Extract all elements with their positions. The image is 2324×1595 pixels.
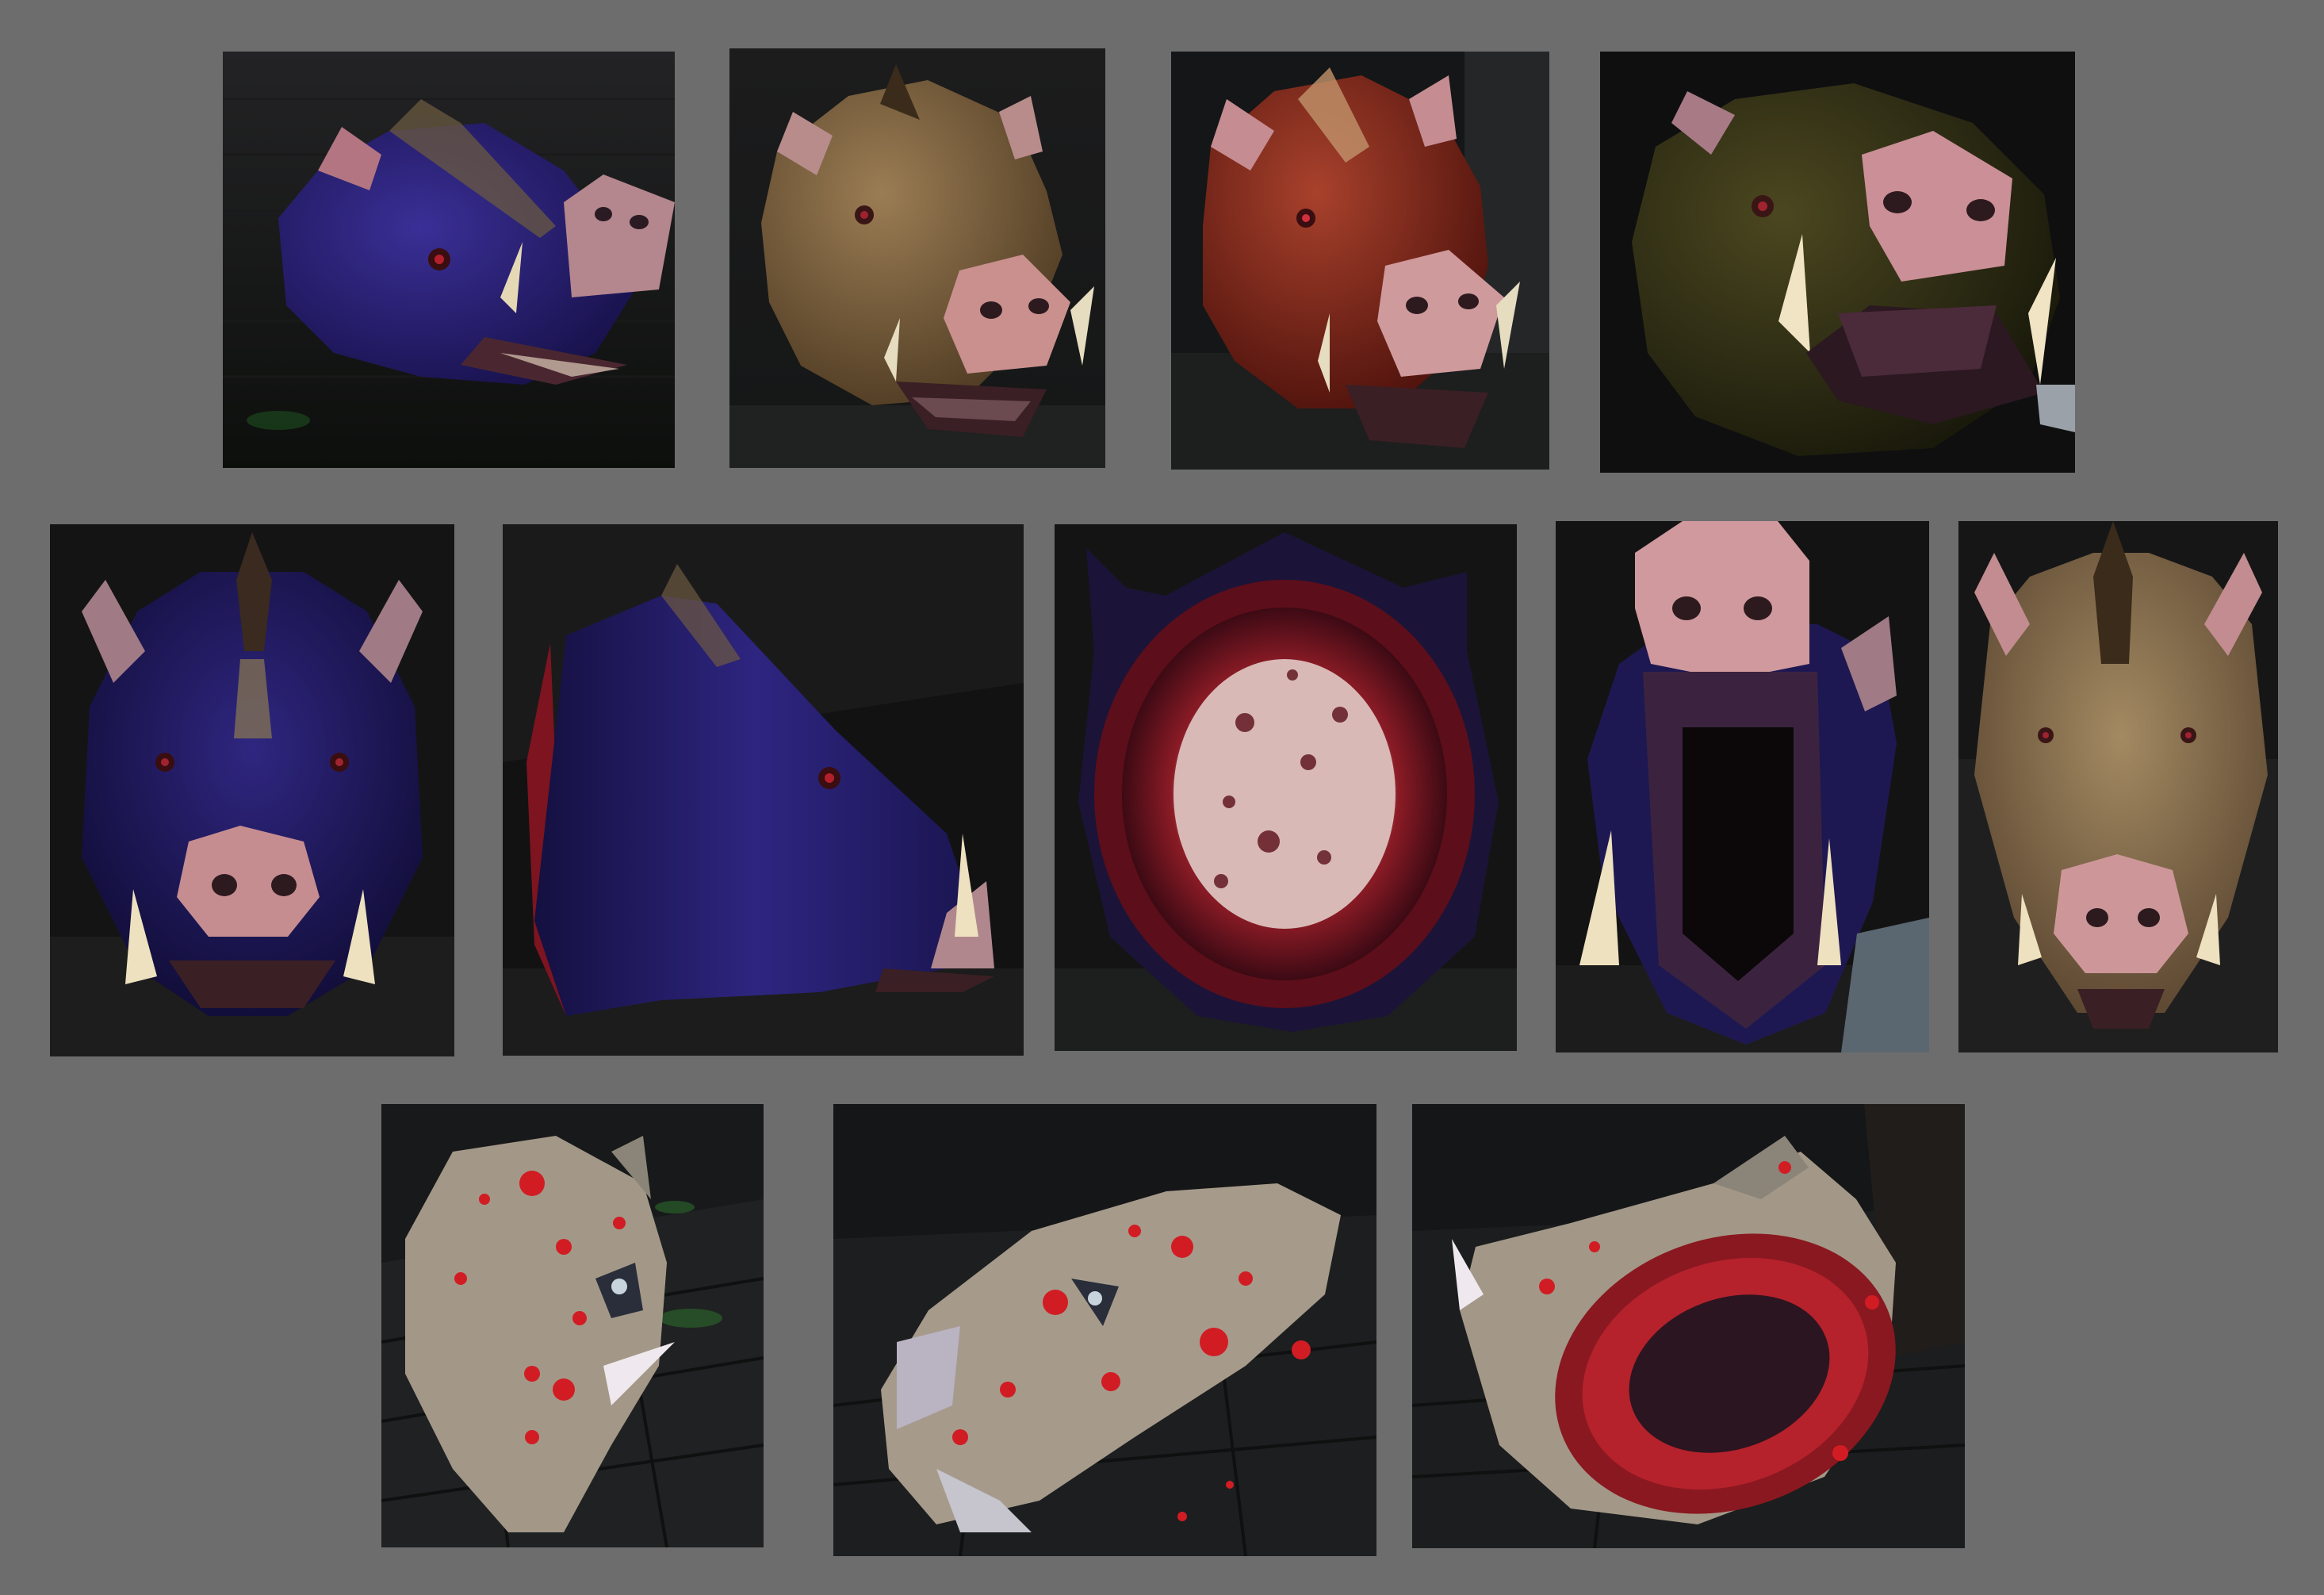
gibbed-boar-head-render-angle [381,1104,764,1547]
boar-head-render-purple-three-quarter [223,52,675,468]
boar-head-render-purple-side [503,524,1024,1056]
boar-head-render-red-three-quarter [1171,52,1549,470]
boar-head-render-purple-open-mouth [1556,521,1929,1052]
boar-head-render-tan-front [1958,521,2278,1052]
sprite-sheet [0,0,2324,1595]
gibbed-boar-head-render-side [833,1104,1376,1556]
boar-head-render-severed-back [1055,524,1517,1051]
gibbed-boar-head-render-severed [1412,1104,1965,1548]
boar-head-render-olive-close-up [1600,52,2075,473]
boar-head-render-tan-three-quarter [729,48,1105,468]
boar-head-render-purple-front [50,524,454,1056]
